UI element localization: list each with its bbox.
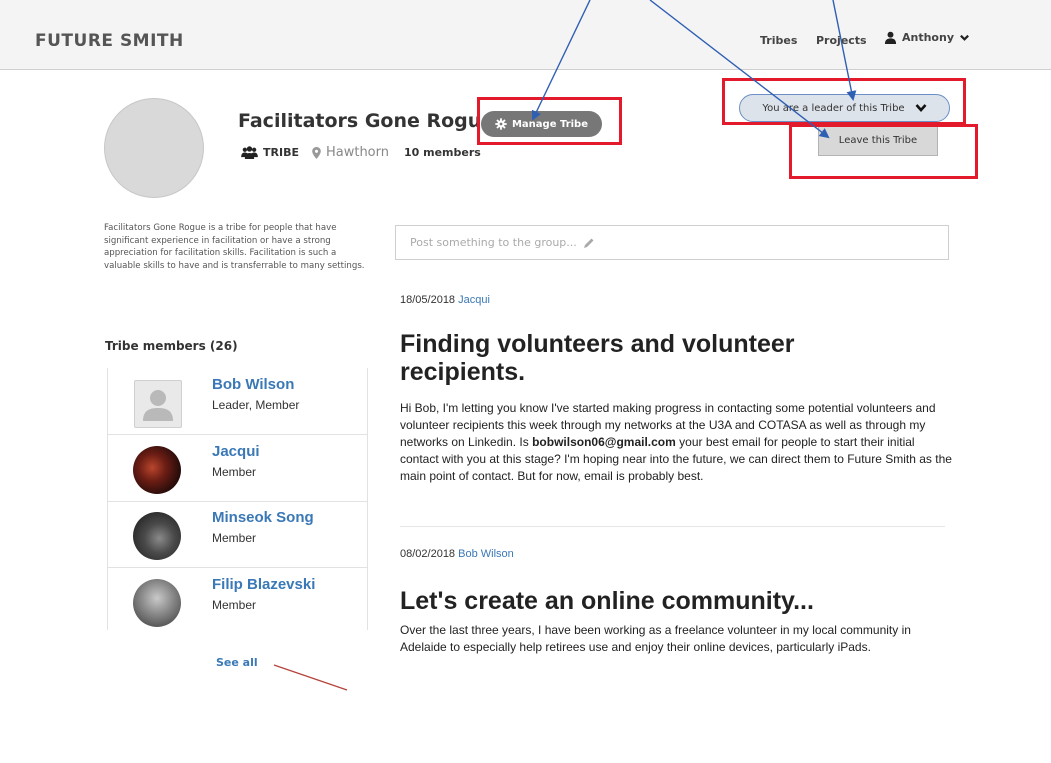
location-pin-icon [312,146,321,159]
member-role: Member [212,531,257,545]
post-meta: 08/02/2018 Bob Wilson [400,548,514,560]
person-placeholder-icon [143,390,173,421]
nav-link-tribes[interactable]: Tribes [760,34,797,47]
post-date: 18/05/2018 [400,294,456,306]
member-avatar [133,512,181,560]
post-divider [400,526,945,527]
pencil-icon [583,238,594,248]
post-meta: 18/05/2018 Jacqui [400,294,490,306]
top-navbar: FUTURE SMITH Tribes Projects Anthony [0,0,1051,70]
see-all-members-link[interactable]: See all [216,656,258,669]
annotation-box-leader [722,78,966,125]
post-title: Let's create an online community... [400,587,814,615]
post-body: Hi Bob, I'm letting you know I've starte… [400,401,952,483]
member-row[interactable]: Jacqui Member [108,435,367,502]
post-title: Finding volunteers and volunteer recipie… [400,330,795,386]
tribe-avatar [104,98,204,198]
member-role: Member [212,465,257,479]
tribe-description: Facilitators Gone Rogue is a tribe for p… [104,223,365,271]
post-date: 08/02/2018 [400,548,456,560]
member-row[interactable]: Bob Wilson Leader, Member [108,368,367,435]
tribe-meta: TRIBE Hawthorn 10 members [241,145,481,160]
default-avatar [134,380,182,428]
tribe-location: Hawthorn [325,145,389,160]
member-role: Leader, Member [212,398,300,412]
member-row[interactable]: Minseok Song Member [108,501,367,568]
post-author-link[interactable]: Jacqui [458,294,490,306]
chevron-down-icon [960,34,969,41]
user-menu[interactable]: Anthony [884,31,970,44]
post-author-link[interactable]: Bob Wilson [458,548,514,560]
members-heading: Tribe members (26) [105,339,238,353]
members-list: Bob Wilson Leader, Member Jacqui Member … [107,368,368,630]
arrow-to-see-all [273,664,348,691]
brand-logo[interactable]: FUTURE SMITH [35,31,184,51]
email-highlight: bobwilson06@gmail.com [532,435,676,449]
member-name[interactable]: Bob Wilson [212,376,294,393]
post-composer-placeholder: Post something to the group... [410,236,577,249]
member-name[interactable]: Minseok Song [212,509,314,526]
post-composer[interactable]: Post something to the group... [395,225,949,260]
user-icon [884,31,897,44]
member-avatar [133,446,181,494]
tribe-type-label: TRIBE [263,146,299,159]
user-name: Anthony [902,31,954,44]
annotation-box-leave [789,124,978,179]
member-row[interactable]: Filip Blazevski Member [108,568,367,634]
member-name[interactable]: Filip Blazevski [212,576,315,593]
group-icon [241,146,258,159]
tribe-member-count[interactable]: 10 members [404,146,481,159]
member-avatar [133,579,181,627]
member-name[interactable]: Jacqui [212,443,260,460]
member-role: Member [212,598,257,612]
annotation-box-manage [477,97,622,145]
tribe-title: Facilitators Gone Rogue [238,110,495,132]
nav-link-projects[interactable]: Projects [816,34,867,47]
post-body: Over the last three years, I have been w… [400,623,911,654]
